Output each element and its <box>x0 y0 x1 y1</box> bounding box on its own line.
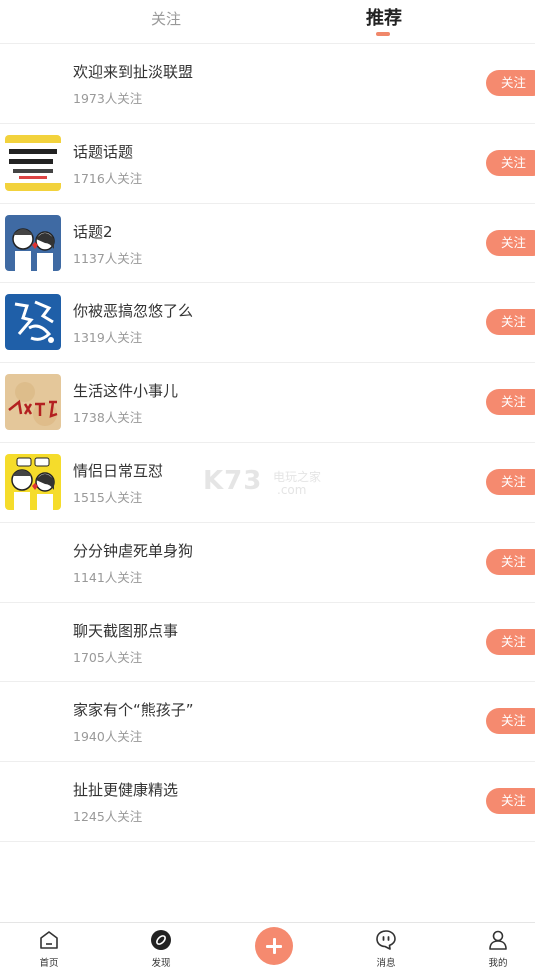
topic-follower-count: 1973人关注 <box>73 91 143 106</box>
tab-recommended[interactable]: 推荐 <box>324 0 444 44</box>
topic-row[interactable]: 生活这件小事儿 1738人关注 关注 <box>0 363 535 443</box>
nav-messages[interactable]: 消息 <box>356 923 416 967</box>
comic-text-image-icon <box>5 134 61 191</box>
topic-row[interactable]: 话题话题 1716人关注 关注 <box>0 124 535 204</box>
topic-thumbnail <box>5 374 61 431</box>
calligraphy-image-icon <box>5 294 61 351</box>
nav-me-label: 我的 <box>488 958 508 967</box>
topic-row[interactable]: 欢迎来到扯淡联盟 1973人关注 关注 <box>0 44 535 124</box>
top-tab-bar: 关注 推荐 <box>0 0 535 44</box>
topic-follower-count: 1319人关注 <box>73 330 143 346</box>
home-icon <box>40 931 58 949</box>
topic-list: 欢迎来到扯淡联盟 1973人关注 关注 话题话题 1716人关注 关注 话题2 … <box>0 44 535 842</box>
follow-button[interactable]: 关注 <box>486 309 535 336</box>
cartoon-couple-icon <box>5 453 61 510</box>
topic-title: 扯扯更健康精选 <box>73 781 179 800</box>
follow-button[interactable]: 关注 <box>486 149 535 176</box>
topic-title: 你被恶搞忽悠了么 <box>73 302 194 321</box>
nav-home[interactable]: 首页 <box>19 923 79 967</box>
user-icon <box>489 930 507 950</box>
topic-title: 聊天截图那点事 <box>73 621 179 640</box>
topic-follower-count: 1738人关注 <box>73 410 143 426</box>
site-watermark: K73 电玩之家 .com <box>203 466 343 500</box>
add-post-button[interactable] <box>255 927 293 965</box>
cartoon-couple-icon <box>5 214 61 271</box>
topic-row[interactable]: 分分钟虐死单身狗 1141人关注 关注 <box>0 523 535 603</box>
topic-follower-count: 1141人关注 <box>73 569 143 585</box>
watermark-brand: K73 <box>203 466 263 496</box>
nav-me[interactable]: 我的 <box>468 923 528 967</box>
follow-button[interactable]: 关注 <box>486 389 535 416</box>
follow-button[interactable]: 关注 <box>486 468 535 495</box>
topic-row[interactable]: 聊天截图那点事 1705人关注 关注 <box>0 603 535 683</box>
topic-title: 生活这件小事儿 <box>73 382 179 401</box>
topic-follower-count: 1245人关注 <box>73 809 143 825</box>
topic-row[interactable]: 家家有个“熊孩子” 1940人关注 关注 <box>0 682 535 763</box>
topic-row[interactable]: 扯扯更健康精选 1245人关注 关注 <box>0 762 535 842</box>
topic-row[interactable]: 你被恶搞忽悠了么 1319人关注 关注 <box>0 283 535 364</box>
follow-button[interactable]: 关注 <box>486 548 535 575</box>
nav-discover-label: 发现 <box>151 958 171 967</box>
chat-bubble-icon <box>376 930 396 950</box>
topic-follower-count: 1515人关注 <box>73 489 143 505</box>
compass-icon <box>151 930 171 950</box>
bottom-nav: 首页 发现 消息 我的 <box>0 922 535 967</box>
topic-thumbnail <box>5 453 61 510</box>
calligraphy-image-icon <box>5 374 61 431</box>
watermark-domain: .com <box>277 483 307 497</box>
topic-thumbnail <box>5 214 61 271</box>
active-tab-indicator <box>376 32 390 36</box>
tab-following[interactable]: 关注 <box>106 0 226 44</box>
follow-button[interactable]: 关注 <box>486 70 535 96</box>
follow-button[interactable]: 关注 <box>486 628 535 655</box>
topic-title: 话题2 <box>73 222 113 241</box>
topic-title: 分分钟虐死单身狗 <box>73 541 194 560</box>
topic-thumbnail <box>5 134 61 191</box>
topic-follower-count: 1137人关注 <box>73 250 143 266</box>
topic-follower-count: 1705人关注 <box>73 649 143 665</box>
nav-discover[interactable]: 发现 <box>131 923 191 967</box>
topic-title: 话题话题 <box>73 142 134 161</box>
nav-home-label: 首页 <box>39 958 59 967</box>
topic-title: 欢迎来到扯淡联盟 <box>73 63 194 81</box>
topic-title: 情侣日常互怼 <box>73 461 164 480</box>
nav-messages-label: 消息 <box>376 958 396 967</box>
topic-thumbnail <box>5 294 61 351</box>
topic-follower-count: 1940人关注 <box>73 729 143 745</box>
topic-row[interactable]: 话题2 1137人关注 关注 <box>0 204 535 284</box>
topic-follower-count: 1716人关注 <box>73 170 143 186</box>
follow-button[interactable]: 关注 <box>486 708 535 735</box>
topic-title: 家家有个“熊孩子” <box>73 701 194 720</box>
follow-button[interactable]: 关注 <box>486 788 535 815</box>
follow-button[interactable]: 关注 <box>486 229 535 256</box>
